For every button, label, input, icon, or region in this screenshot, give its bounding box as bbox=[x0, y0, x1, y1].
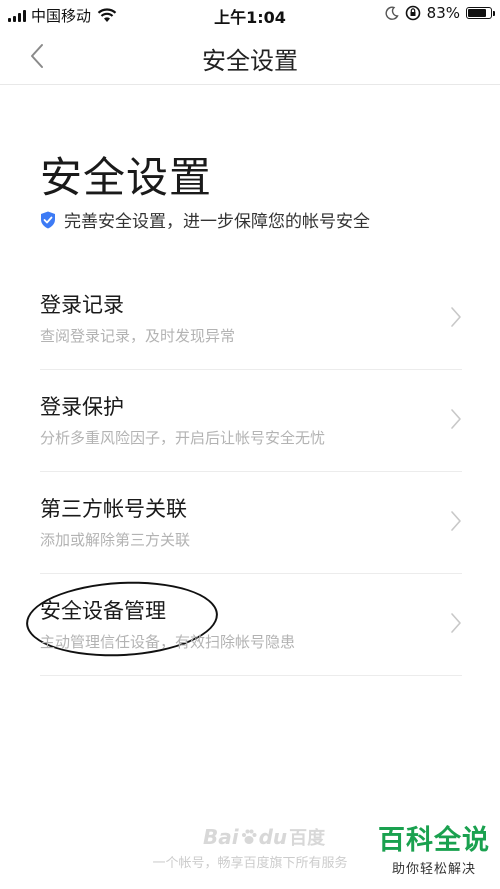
menu-item-desc: 查阅登录记录，及时发现异常 bbox=[40, 327, 236, 345]
page-subtitle: 完善安全设置，进一步保障您的帐号安全 bbox=[40, 207, 370, 232]
watermark-title: 百科全说 bbox=[378, 825, 490, 856]
logo-cn: 百度 bbox=[289, 828, 326, 849]
menu-item-desc: 分析多重风险因子，开启后让帐号安全无忧 bbox=[40, 429, 326, 447]
status-bar: 中国移动 上午1:04 83% bbox=[0, 0, 500, 28]
menu-item-desc: 主动管理信任设备，有效扫除帐号隐患 bbox=[40, 633, 296, 651]
page-subtitle-text: 完善安全设置，进一步保障您的帐号安全 bbox=[64, 212, 370, 232]
menu-item-login-protection[interactable]: 登录保护 分析多重风险因子，开启后让帐号安全无忧 bbox=[40, 370, 462, 472]
chevron-right-icon bbox=[451, 613, 461, 633]
rotation-lock-icon bbox=[405, 5, 420, 21]
paw-icon bbox=[241, 829, 257, 844]
watermark: 百科全说 助你轻松解决 bbox=[378, 825, 490, 878]
menu-item-title: 登录记录 bbox=[40, 293, 124, 317]
chevron-right-icon bbox=[451, 409, 461, 429]
chevron-right-icon bbox=[451, 307, 461, 327]
logo-latin: Bai bbox=[203, 825, 239, 849]
watermark-subtitle: 助你轻松解决 bbox=[391, 862, 476, 877]
page-title: 安全设置 bbox=[40, 153, 213, 202]
baidu-logo: Bai du 百度 bbox=[203, 824, 325, 850]
logo-latin-2: du bbox=[258, 825, 288, 849]
battery-fill bbox=[468, 9, 487, 17]
battery-percent: 83% bbox=[426, 4, 460, 22]
shield-check-icon bbox=[41, 211, 55, 228]
nav-title: 安全设置 bbox=[202, 47, 298, 75]
status-right: 83% bbox=[385, 4, 495, 22]
security-menu-list: 登录记录 查阅登录记录，及时发现异常 登录保护 分析多重风险因子，开启后让帐号安… bbox=[24, 268, 462, 676]
menu-item-trusted-devices[interactable]: 安全设备管理 主动管理信任设备，有效扫除帐号隐患 bbox=[24, 574, 462, 676]
menu-item-title: 安全设备管理 bbox=[40, 599, 166, 623]
menu-item-title: 登录保护 bbox=[40, 395, 124, 419]
battery-icon bbox=[466, 7, 495, 19]
moon-icon bbox=[385, 6, 399, 20]
menu-item-third-party-accounts[interactable]: 第三方帐号关联 添加或解除第三方关联 bbox=[40, 472, 462, 574]
menu-item-desc: 添加或解除第三方关联 bbox=[40, 531, 191, 549]
menu-item-title: 第三方帐号关联 bbox=[40, 497, 187, 521]
nav-bar: 安全设置 bbox=[0, 28, 500, 85]
chevron-right-icon bbox=[451, 511, 461, 531]
menu-item-login-records[interactable]: 登录记录 查阅登录记录，及时发现异常 bbox=[40, 268, 462, 370]
